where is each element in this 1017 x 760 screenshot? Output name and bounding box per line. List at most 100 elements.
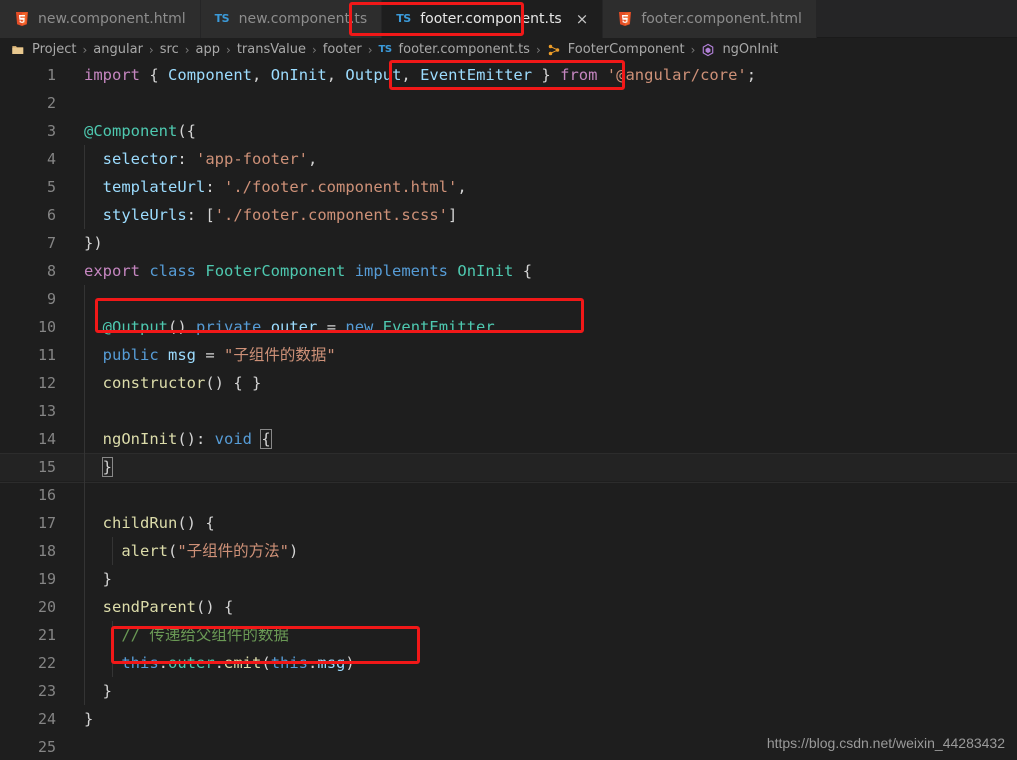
close-icon[interactable]: ×: [576, 11, 589, 27]
code-editor[interactable]: 1 import { Component, OnInit, Output, Ev…: [0, 61, 1017, 760]
tab-label: footer.component.html: [641, 11, 802, 27]
editor-tab-bar: new.component.html TS new.component.ts T…: [0, 0, 1017, 39]
line-number: 19: [37, 570, 56, 588]
line-content: selector: 'app-footer',: [102, 150, 318, 168]
line-number: 13: [37, 402, 56, 420]
code-line[interactable]: 10 @Output() private outer = new EventEm…: [0, 313, 1017, 341]
html5-icon: [617, 11, 633, 27]
code-line[interactable]: 3 @Component({: [0, 117, 1017, 145]
breadcrumb-item-footer-component-ts[interactable]: footer.component.ts: [399, 42, 530, 57]
line-content: @Component({: [84, 122, 196, 140]
line-content: this.outer.emit(this.msg): [121, 654, 355, 672]
typescript-icon: TS: [214, 12, 230, 25]
breadcrumb-item-src[interactable]: src: [160, 42, 179, 57]
chevron-right-icon: ›: [82, 42, 88, 57]
tab-footer-component-html[interactable]: footer.component.html: [603, 0, 817, 38]
code-line[interactable]: 23 }: [0, 677, 1017, 705]
typescript-icon: TS: [396, 12, 411, 25]
tab-label: new.component.ts: [238, 11, 368, 27]
tab-new-component-html[interactable]: new.component.html: [0, 0, 201, 38]
line-content: }: [102, 570, 113, 588]
code-line[interactable]: 21 // 传递给父组件的数据: [0, 621, 1017, 649]
line-content: }: [102, 682, 113, 700]
code-line[interactable]: 7 }): [0, 229, 1017, 257]
code-line[interactable]: 9: [0, 285, 1017, 313]
code-line[interactable]: 19 }: [0, 565, 1017, 593]
line-number: 14: [37, 430, 56, 448]
chevron-right-icon: ›: [148, 42, 154, 57]
code-line[interactable]: 24 }: [0, 705, 1017, 733]
chevron-right-icon: ›: [535, 42, 541, 57]
tab-label: footer.component.ts: [420, 11, 562, 27]
code-line[interactable]: 5 templateUrl: './footer.component.html'…: [0, 173, 1017, 201]
code-line[interactable]: 1 import { Component, OnInit, Output, Ev…: [0, 61, 1017, 89]
line-number: 4: [46, 150, 56, 168]
line-number: 2: [46, 94, 56, 112]
line-content: styleUrls: ['./footer.component.scss']: [102, 206, 458, 224]
line-number: 11: [37, 346, 56, 364]
class-icon: [547, 43, 561, 57]
code-line[interactable]: 20 sendParent() {: [0, 593, 1017, 621]
html5-icon: [14, 11, 30, 27]
code-line[interactable]: 6 styleUrls: ['./footer.component.scss']: [0, 201, 1017, 229]
code-line[interactable]: 16: [0, 481, 1017, 509]
code-line[interactable]: 11 public msg = "子组件的数据": [0, 341, 1017, 369]
breadcrumb-item-app[interactable]: app: [196, 42, 220, 57]
line-content: export class FooterComponent implements …: [84, 262, 533, 280]
indent-guide: [84, 285, 85, 313]
breadcrumb-item-footer[interactable]: footer: [323, 42, 362, 57]
chevron-right-icon: ›: [690, 42, 696, 57]
code-line[interactable]: 18 alert("子组件的方法"): [0, 537, 1017, 565]
line-number: 5: [46, 178, 56, 196]
indent-guide: [84, 481, 85, 509]
watermark: https://blog.csdn.net/weixin_44283432: [766, 735, 1005, 751]
line-number: 20: [37, 598, 56, 616]
line-number: 8: [46, 262, 56, 280]
code-line[interactable]: 2: [0, 89, 1017, 117]
breadcrumb-item-project[interactable]: Project: [32, 42, 76, 57]
line-number: 15: [37, 458, 56, 476]
vscode-editor-window: new.component.html TS new.component.ts T…: [0, 0, 1017, 760]
code-line[interactable]: 14 ngOnInit(): void {: [0, 425, 1017, 453]
code-line[interactable]: 12 constructor() { }: [0, 369, 1017, 397]
typescript-icon: TS: [378, 43, 393, 55]
line-number: 17: [37, 514, 56, 532]
chevron-right-icon: ›: [226, 42, 231, 57]
code-line[interactable]: 17 childRun() {: [0, 509, 1017, 537]
code-line-current[interactable]: 15 }: [0, 453, 1017, 483]
line-content: @Output() private outer = new EventEmitt…: [102, 318, 495, 336]
line-number: 7: [46, 234, 56, 252]
code-line[interactable]: 13: [0, 397, 1017, 425]
breadcrumb: Project › angular › src › app › transVal…: [0, 38, 1017, 61]
line-content: ngOnInit(): void {: [102, 429, 272, 449]
tab-footer-component-ts[interactable]: TS footer.component.ts ×: [382, 0, 604, 39]
line-content: // 传递给父组件的数据: [121, 626, 289, 644]
breadcrumb-item-ngoninit[interactable]: ngOnInit: [722, 42, 778, 57]
tab-new-component-ts[interactable]: TS new.component.ts: [200, 0, 383, 38]
breadcrumb-item-footercomponent[interactable]: FooterComponent: [568, 42, 685, 57]
folder-icon: [11, 43, 25, 57]
line-number: 10: [37, 318, 56, 336]
chevron-right-icon: ›: [311, 42, 317, 57]
line-number: 21: [37, 626, 56, 644]
breadcrumb-item-transvalue[interactable]: transValue: [237, 42, 306, 57]
code-line[interactable]: 4 selector: 'app-footer',: [0, 145, 1017, 173]
line-number: 18: [37, 542, 56, 560]
line-content: alert("子组件的方法"): [121, 542, 299, 560]
line-content: import { Component, OnInit, Output, Even…: [84, 66, 757, 84]
line-number: 6: [46, 206, 56, 224]
indent-guide: [84, 397, 85, 425]
line-content: }: [84, 710, 94, 728]
chevron-right-icon: ›: [184, 42, 190, 57]
line-number: 24: [37, 710, 56, 728]
line-number: 12: [37, 374, 56, 392]
line-number: 16: [37, 486, 56, 504]
breadcrumb-item-angular[interactable]: angular: [93, 42, 143, 57]
line-content: templateUrl: './footer.component.html',: [102, 178, 467, 196]
line-content: public msg = "子组件的数据": [102, 346, 336, 364]
code-line[interactable]: 8 export class FooterComponent implement…: [0, 257, 1017, 285]
line-number: 22: [37, 654, 56, 672]
method-icon: [701, 43, 715, 57]
line-number: 25: [37, 738, 56, 756]
code-line[interactable]: 22 this.outer.emit(this.msg): [0, 649, 1017, 677]
